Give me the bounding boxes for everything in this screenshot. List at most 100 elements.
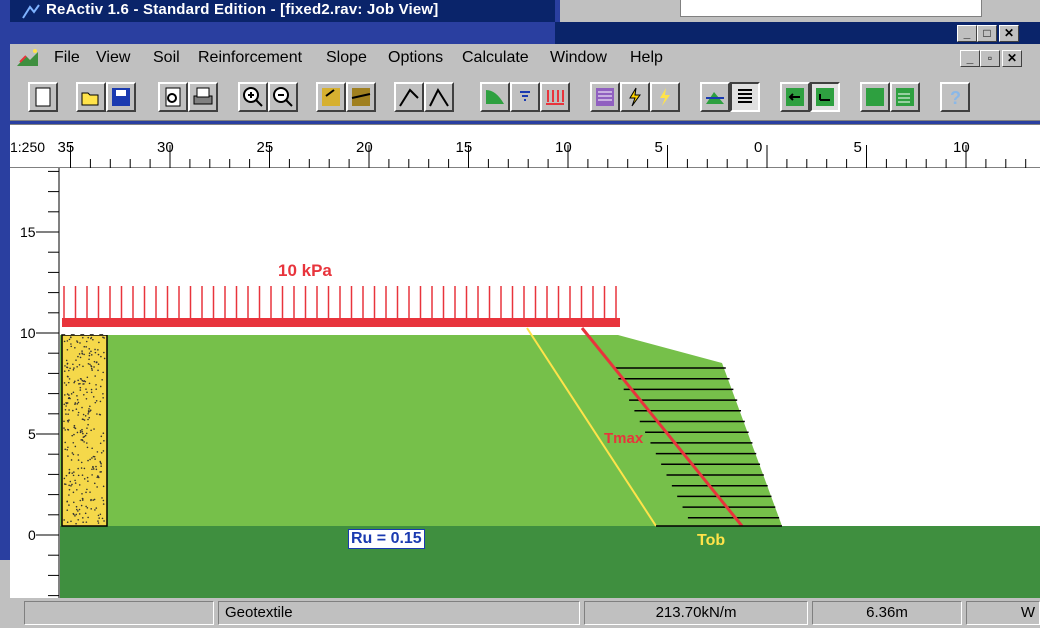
wall-dot	[77, 518, 80, 521]
slope-draw-icon[interactable]	[394, 82, 424, 112]
wall-dot	[66, 366, 68, 368]
wall-dot	[76, 488, 78, 491]
wall-dot	[66, 348, 69, 351]
print-icon[interactable]	[188, 82, 218, 112]
view-layers-icon[interactable]	[730, 82, 760, 112]
save-icon[interactable]	[106, 82, 136, 112]
wall-dot	[77, 474, 80, 477]
wall-dot	[92, 465, 94, 468]
wall-dot	[103, 337, 105, 339]
wall-dot	[67, 446, 69, 449]
wall-dot	[81, 492, 83, 495]
wall-dot	[94, 401, 97, 404]
wall-dot	[68, 488, 71, 491]
menu-soil[interactable]: Soil	[153, 49, 180, 67]
title-bar[interactable]: ReActiv 1.6 - Standard Edition - [fixed2…	[10, 0, 555, 22]
wall-dot	[81, 474, 84, 476]
mdi-close-icon[interactable]: ✕	[1002, 50, 1022, 67]
wall-dot	[85, 340, 88, 343]
wall-dot	[67, 413, 69, 415]
status-cell-material: Geotextile	[218, 601, 580, 625]
wall-dot	[79, 356, 82, 359]
wall-dot	[94, 375, 96, 377]
view-profile-icon[interactable]	[700, 82, 730, 112]
calc-run-icon[interactable]	[650, 82, 680, 112]
mdi-restore-icon[interactable]: ▫	[980, 50, 1000, 67]
surcharge-tooth	[74, 328, 81, 335]
view-right-icon[interactable]	[810, 82, 840, 112]
ruler-label: 10	[555, 139, 572, 156]
wall-dot	[86, 446, 89, 449]
surcharge-icon[interactable]	[540, 82, 570, 112]
wall-dot	[79, 342, 81, 344]
menu-help[interactable]: Help	[630, 49, 663, 67]
wall-dot	[80, 467, 83, 469]
wall-dot	[88, 408, 90, 410]
wall-dot	[89, 491, 91, 493]
wall-dot	[93, 360, 96, 363]
menu-file[interactable]: File	[54, 49, 80, 67]
wall-dot	[100, 435, 103, 438]
wall-dot	[74, 347, 76, 349]
wall-dot	[84, 512, 87, 515]
wall-dot	[79, 431, 82, 434]
wall-dot	[95, 399, 98, 402]
calc-bolt-icon[interactable]	[620, 82, 650, 112]
wall-dot	[90, 391, 93, 394]
menu-options[interactable]: Options	[388, 49, 443, 67]
surcharge-tooth	[388, 328, 394, 335]
menu-slope[interactable]: Slope	[326, 49, 367, 67]
surcharge-tooth	[188, 328, 195, 335]
surcharge-tooth	[321, 328, 328, 335]
water-table-icon[interactable]	[510, 82, 540, 112]
slope-surface-icon[interactable]	[480, 82, 510, 112]
open-icon[interactable]	[76, 82, 106, 112]
wall-dot	[100, 465, 102, 467]
wall-dot	[80, 504, 83, 507]
restore-icon[interactable]: □	[977, 25, 997, 42]
wall-dot	[88, 354, 91, 357]
wall-dot	[66, 509, 69, 512]
view-grid-icon[interactable]	[890, 82, 920, 112]
surcharge-tooth	[302, 328, 309, 335]
print-preview-icon[interactable]	[158, 82, 188, 112]
wall-dot	[87, 516, 89, 519]
zoom-out-icon[interactable]	[268, 82, 298, 112]
wall-dot	[77, 383, 80, 385]
slope-drawing	[60, 286, 1040, 598]
surcharge-tooth	[331, 328, 337, 335]
surcharge-tooth	[236, 328, 242, 335]
document-icon[interactable]	[16, 48, 40, 73]
drawing-canvas[interactable]: 10 kPa Ru = 0.15 Tmax Tob	[60, 168, 1040, 598]
view-left-icon[interactable]	[780, 82, 810, 112]
wall-dot	[68, 338, 71, 341]
view-fill-icon[interactable]	[860, 82, 890, 112]
soil-layer-icon[interactable]	[316, 82, 346, 112]
wall-dot	[97, 349, 99, 351]
wall-dot	[63, 477, 66, 480]
menu-calculate[interactable]: Calculate	[462, 49, 529, 67]
reinforcement-icon[interactable]	[590, 82, 620, 112]
mdi-minimize-icon[interactable]: _	[960, 50, 980, 67]
close-icon[interactable]: ✕	[999, 25, 1019, 42]
status-cell-empty	[24, 601, 214, 625]
new-icon[interactable]	[28, 82, 58, 112]
wall-dot	[93, 498, 96, 501]
wall-dot	[103, 520, 105, 522]
wall-dot	[87, 459, 89, 462]
wall-dot	[66, 521, 69, 524]
help-icon[interactable]: ?	[940, 82, 970, 112]
soil-edit-icon[interactable]	[346, 82, 376, 112]
wall-dot	[73, 426, 75, 429]
menu-view[interactable]: View	[96, 49, 130, 67]
surcharge-tooth	[397, 328, 404, 335]
minimize-icon[interactable]: _	[957, 25, 977, 42]
wall-dot	[70, 345, 73, 348]
wall-dot	[90, 336, 93, 339]
zoom-in-icon[interactable]	[238, 82, 268, 112]
wall-dot	[95, 388, 98, 390]
slope-line-icon[interactable]	[424, 82, 454, 112]
menu-reinforcement[interactable]: Reinforcement	[198, 49, 302, 67]
wall-dot	[77, 459, 80, 461]
menu-window[interactable]: Window	[550, 49, 607, 67]
